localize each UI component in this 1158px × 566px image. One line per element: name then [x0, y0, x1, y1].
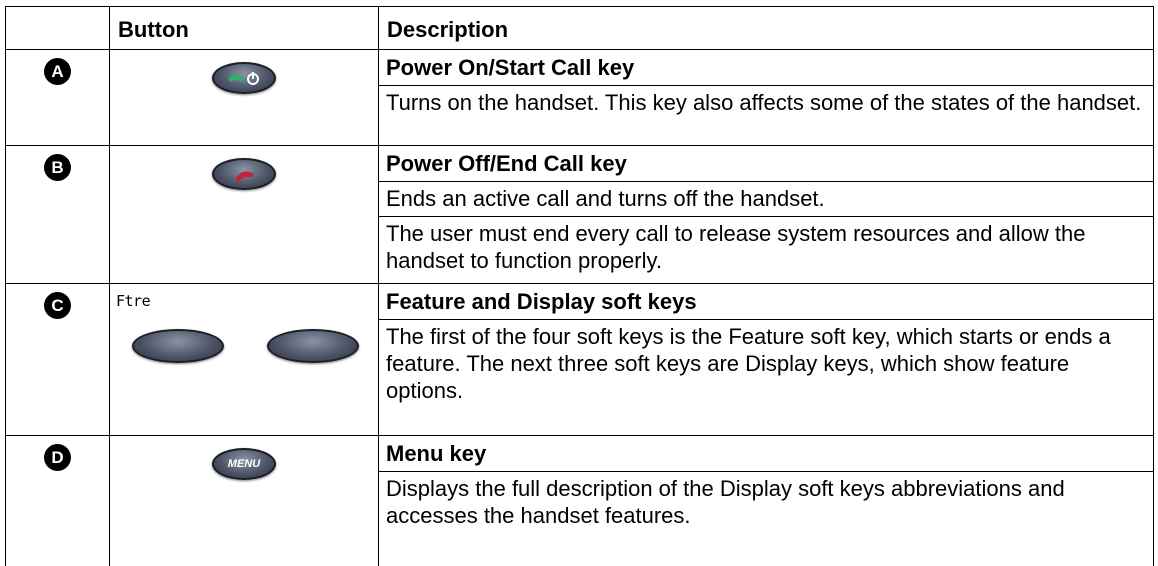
menu-key-icon: MENU [212, 448, 276, 480]
table-row: B Power Off/End Call key Ends an active … [5, 145, 1154, 284]
row-title: Menu key [386, 441, 487, 466]
feature-soft-key [132, 329, 224, 363]
row-label-cell: B [5, 145, 110, 284]
row-label-cell: A [5, 49, 110, 146]
button-cell [109, 49, 379, 146]
row-label-cell: D [5, 435, 110, 566]
table-row: D MENU Menu key Displays the full descri… [5, 435, 1154, 566]
button-description-table: Button Description A Power On/Start Call… [5, 6, 1154, 566]
row-title: Feature and Display soft keys [386, 289, 697, 314]
button-cell [109, 145, 379, 284]
soft-keys-icon: Ftre [110, 284, 378, 384]
button-cell: MENU [109, 435, 379, 566]
description-cell: Menu key Displays the full description o… [378, 435, 1154, 566]
menu-key-label: MENU [227, 458, 261, 470]
header-button: Button [109, 6, 379, 50]
table-header-row: Button Description [5, 6, 1154, 50]
header-blank [5, 6, 110, 50]
description-cell: Power On/Start Call key Turns on the han… [378, 49, 1154, 146]
description-cell: Power Off/End Call key Ends an active ca… [378, 145, 1154, 284]
row-title: Power On/Start Call key [386, 55, 635, 80]
table-row: C Ftre Feature and Display soft keys The… [5, 283, 1154, 436]
row-badge: D [44, 444, 71, 471]
display-soft-key [267, 329, 359, 363]
table-row: A Power On/Start Call key Turns on the h… [5, 49, 1154, 146]
row-paragraph: Turns on the handset. This key also affe… [379, 85, 1153, 120]
header-description: Description [378, 6, 1154, 50]
row-paragraph: Displays the full description of the Dis… [379, 471, 1153, 533]
power-on-start-call-icon [212, 62, 276, 94]
row-paragraph: The user must end every call to release … [379, 216, 1153, 278]
power-off-end-call-icon [212, 158, 276, 190]
row-badge: B [44, 154, 71, 181]
row-badge: C [44, 292, 71, 319]
row-paragraph: Ends an active call and turns off the ha… [379, 181, 1153, 216]
row-badge: A [44, 58, 71, 85]
row-label-cell: C [5, 283, 110, 436]
button-cell: Ftre [109, 283, 379, 436]
row-title: Power Off/End Call key [386, 151, 627, 176]
row-paragraph: The first of the four soft keys is the F… [379, 319, 1153, 408]
display-text: Ftre [116, 292, 151, 310]
description-cell: Feature and Display soft keys The first … [378, 283, 1154, 436]
